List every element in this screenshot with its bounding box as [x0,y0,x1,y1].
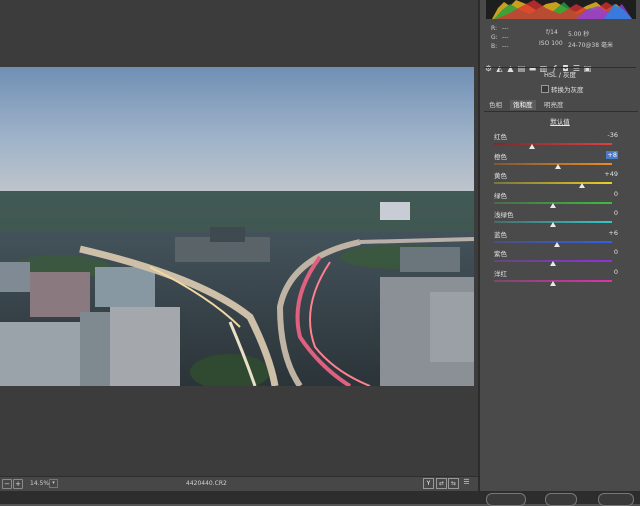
slider-label: 蓝色 [494,230,507,239]
zoom-level[interactable]: 14.5% [30,480,49,487]
slider-thumb[interactable] [578,183,585,188]
divider [484,67,636,68]
slider-thumb[interactable] [528,144,535,149]
slider-value-field[interactable]: -36 [607,131,618,139]
readout-r-value: --- [502,25,509,32]
readout-b-label: B: [491,43,498,50]
tab-luminance[interactable]: 明亮度 [541,100,567,110]
slider-thumb[interactable] [554,163,561,169]
grayscale-label[interactable]: 转换为灰度 [551,84,584,94]
view-settings-icon[interactable]: ☰ [462,478,471,487]
slider-value-field[interactable]: 0 [614,209,618,217]
grayscale-checkbox[interactable] [541,85,549,93]
done-button[interactable] [598,493,634,506]
status-bar: − + 14.5% ▾ 4420440.CR2 Y ⇄ ⇆ ☰ [0,476,478,491]
slider-label: 浅绿色 [494,211,514,219]
slider-value-field[interactable]: 0 [614,268,618,276]
slider-label: 洋红 [494,269,507,278]
tab-saturation[interactable]: 饱和度 [510,100,536,110]
copy-settings-icon[interactable]: ⇆ [448,478,459,489]
preview-image [0,67,474,386]
slider-label: 橙色 [494,152,507,161]
slider-value-field[interactable]: +8 [606,150,618,159]
slider-label: 绿色 [494,191,507,200]
default-link[interactable]: 默认值 [480,116,640,126]
slider-thumb[interactable] [550,280,556,286]
slider-label: 紫色 [494,250,507,258]
zoom-in-button[interactable]: + [13,479,23,489]
aperture: f/14 [546,29,558,36]
readout-b-value: --- [502,43,509,50]
open-image-button[interactable] [486,493,526,506]
bottom-toolbar [0,491,640,506]
adjustments-panel: R: --- G: --- B: --- f/14 5.00 秒 ISO 100… [478,0,640,491]
readout-g-label: G: [491,34,498,41]
slider-thumb[interactable] [550,202,556,208]
slider-thumb[interactable] [553,241,560,247]
slider-value-field[interactable]: 0 [614,190,618,198]
panel-tool-strip: ⚙ ◭ ▲ ▤ ▬ ▥ ƒ ◘ ☰ ▣ [484,56,636,73]
image-workspace [0,0,478,476]
readout-g-value: --- [502,34,509,41]
tab-hue[interactable]: 色相 [486,100,505,110]
hsl-tabs: 色相 饱和度 明亮度 [484,99,638,112]
cancel-button[interactable] [545,493,577,506]
readout-r-label: R: [491,25,498,32]
section-title: HSL / 灰度 [544,71,576,79]
file-name: 4420440.CR2 [186,480,227,487]
zoom-dropdown-icon[interactable]: ▾ [49,479,58,488]
iso: ISO 100 [539,40,563,47]
slider-label: 红色 [494,133,507,141]
slider-thumb[interactable] [550,261,556,266]
shutter-speed: 5.00 秒 [568,31,590,38]
slider-track[interactable] [494,182,612,184]
focal-length: 24-70@38 毫米 [568,42,613,49]
histogram [486,0,636,19]
swap-settings-icon[interactable]: ⇄ [436,478,447,489]
zoom-out-button[interactable]: − [2,479,12,489]
slider-track[interactable] [494,162,612,165]
slider-label: 黄色 [494,172,507,180]
slider-value-field[interactable]: +6 [608,229,618,237]
slider-value-field[interactable]: 0 [614,248,618,256]
slider-thumb[interactable] [550,222,556,227]
slider-track[interactable] [494,143,612,145]
before-after-y-button[interactable]: Y [423,478,434,489]
slider-value-field[interactable]: +49 [604,170,618,178]
